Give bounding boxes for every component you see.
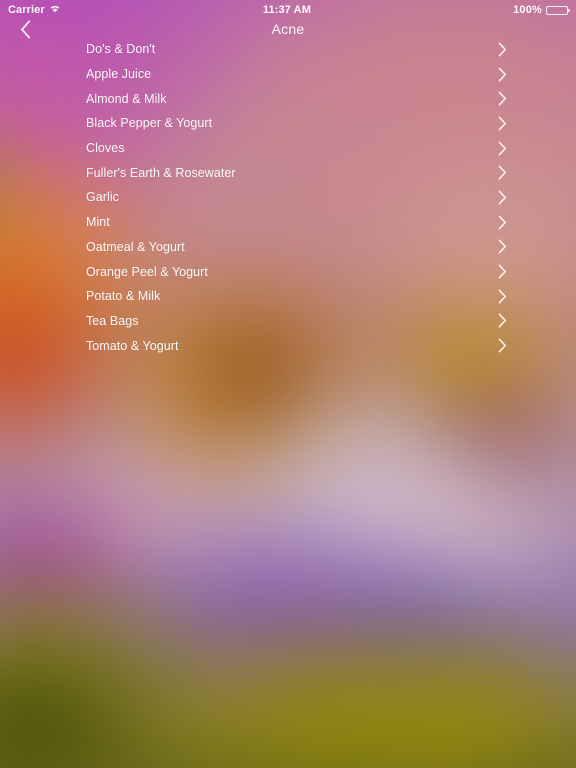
app-screen: Carrier 11:37 AM 100% Acne Do's & Don't …	[0, 0, 576, 768]
list-item[interactable]: Mint	[0, 210, 576, 235]
list-item-label: Apple Juice	[86, 67, 152, 82]
list-item-label: Orange Peel & Yogurt	[86, 264, 208, 279]
wifi-icon	[49, 4, 61, 16]
list-item[interactable]: Black Pepper & Yogurt	[0, 111, 576, 136]
chevron-right-icon[interactable]	[498, 289, 507, 304]
chevron-right-icon[interactable]	[498, 190, 507, 205]
battery-full-icon	[546, 5, 570, 15]
list-item[interactable]: Orange Peel & Yogurt	[0, 259, 576, 284]
list-item-label: Do's & Don't	[86, 42, 156, 57]
status-bar-clock: 11:37 AM	[262, 4, 311, 16]
list-item[interactable]: Tea Bags	[0, 309, 576, 334]
status-bar-right: 100%	[513, 4, 570, 16]
carrier-label: Carrier	[8, 4, 45, 16]
chevron-right-icon[interactable]	[498, 116, 507, 131]
list-item-label: Tomato & Yogurt	[86, 338, 179, 353]
list-item-label: Fuller's Earth & Rosewater	[86, 165, 236, 180]
page-title: Acne	[271, 21, 305, 37]
battery-percentage-label: 100%	[513, 4, 542, 16]
list-item-label: Tea Bags	[86, 313, 139, 328]
list-item-label: Black Pepper & Yogurt	[86, 116, 213, 131]
remedy-list: Do's & Don't Apple Juice Almond & Milk Blac…	[0, 37, 576, 358]
navigation-bar: Acne	[0, 20, 576, 44]
list-item[interactable]: Apple Juice	[0, 62, 576, 87]
chevron-right-icon[interactable]	[498, 264, 507, 279]
list-item[interactable]: Cloves	[0, 136, 576, 161]
chevron-right-icon[interactable]	[498, 42, 507, 57]
list-item-label: Garlic	[86, 190, 119, 205]
list-item-label: Mint	[86, 215, 110, 230]
chevron-right-icon[interactable]	[498, 215, 507, 230]
chevron-right-icon[interactable]	[498, 67, 507, 82]
list-item[interactable]: Almond & Milk	[0, 86, 576, 111]
list-item[interactable]: Fuller's Earth & Rosewater	[0, 160, 576, 185]
list-item[interactable]: Oatmeal & Yogurt	[0, 235, 576, 260]
chevron-right-icon[interactable]	[498, 165, 507, 180]
status-bar-left: Carrier	[8, 4, 61, 16]
chevron-right-icon[interactable]	[498, 141, 507, 156]
list-item-label: Cloves	[86, 141, 125, 156]
list-item[interactable]: Tomato & Yogurt	[0, 333, 576, 358]
list-item-label: Oatmeal & Yogurt	[86, 239, 185, 254]
chevron-right-icon[interactable]	[498, 313, 507, 328]
list-item[interactable]: Garlic	[0, 185, 576, 210]
list-item-label: Potato & Milk	[86, 289, 161, 304]
status-bar: Carrier 11:37 AM 100%	[0, 0, 576, 20]
list-item-label: Almond & Milk	[86, 91, 167, 106]
chevron-right-icon[interactable]	[498, 239, 507, 254]
list-item[interactable]: Potato & Milk	[0, 284, 576, 309]
chevron-right-icon[interactable]	[498, 91, 507, 106]
chevron-right-icon[interactable]	[498, 338, 507, 353]
